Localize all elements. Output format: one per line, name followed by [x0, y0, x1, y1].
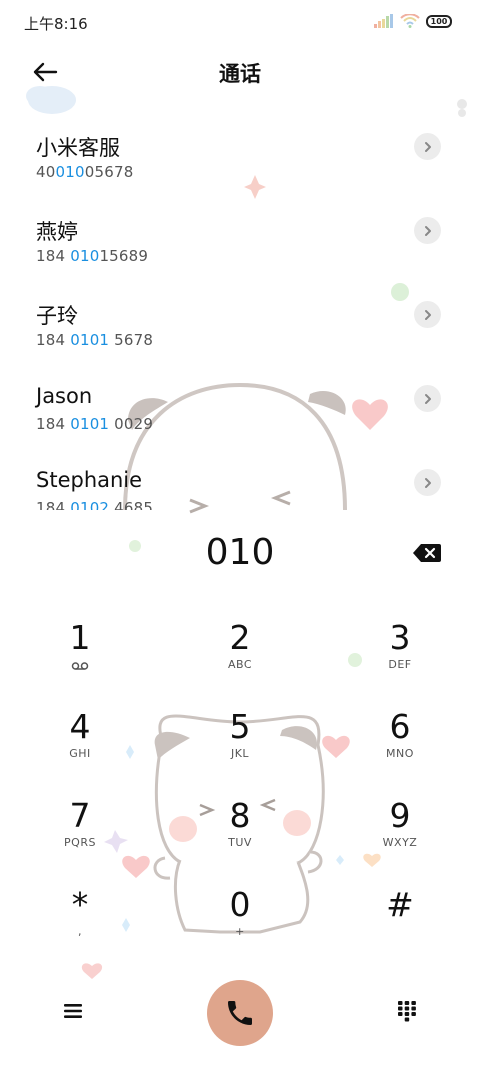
key-digit: 0 [229, 885, 251, 924]
wifi-icon [400, 14, 420, 28]
status-bar: 上午8:16 100 [0, 0, 480, 46]
number-suffix: 4685 [109, 499, 154, 510]
number-match: 0101 [70, 331, 110, 349]
key-letters: + [235, 925, 245, 938]
key-digit: 1 [69, 618, 91, 657]
number-prefix: 184 [36, 499, 71, 510]
key-5[interactable]: 5 JKL [180, 709, 300, 793]
number-match: 010 [70, 247, 100, 265]
battery-icon: 100 [426, 14, 452, 28]
contact-list: 小米客服 4001005678 燕婷 184 01015689 子玲 184 0… [0, 120, 480, 510]
menu-button[interactable] [60, 998, 86, 1024]
contact-row[interactable]: 子玲 184 0101 5678 [0, 288, 480, 372]
chevron-right-icon [424, 477, 431, 488]
delete-button[interactable] [412, 543, 442, 563]
dial-panel: 010 1 2 ABC 3 DEF 4 GHI 5 JKL 6 MNO 7 PQ… [0, 510, 480, 1066]
chevron-right-icon [424, 393, 431, 404]
contact-detail-button[interactable] [414, 301, 441, 328]
number-match: 0102 [70, 499, 110, 510]
chevron-right-icon [424, 309, 431, 320]
contact-row[interactable]: 小米客服 4001005678 [0, 120, 480, 204]
contact-number: 184 0101 5678 [36, 331, 153, 349]
number-match: 0101 [70, 415, 110, 433]
key-hash[interactable]: # [340, 887, 460, 971]
contact-detail-button[interactable] [414, 469, 441, 496]
key-digit: 8 [229, 796, 251, 835]
number-prefix: 184 [36, 247, 71, 265]
key-digit: # [386, 885, 414, 924]
key-7[interactable]: 7 PQRS [20, 798, 140, 882]
key-letters: ABC [227, 658, 253, 671]
key-digit: 6 [389, 707, 411, 746]
contact-detail-button[interactable] [414, 133, 441, 160]
status-time: 上午8:16 [24, 15, 88, 33]
key-letters: PQRS [64, 836, 96, 849]
contact-detail-button[interactable] [414, 217, 441, 244]
key-letters: TUV [228, 836, 252, 849]
chevron-right-icon [424, 225, 431, 236]
key-letters: , [78, 925, 82, 938]
key-9[interactable]: 9 WXYZ [340, 798, 460, 882]
signal-icon [374, 14, 393, 28]
contact-name: 燕婷 [36, 220, 78, 244]
backspace-icon [413, 544, 441, 562]
number-suffix: 05678 [84, 163, 134, 181]
number-suffix: 0029 [109, 415, 154, 433]
key-letters: GHI [69, 747, 91, 760]
contact-detail-button[interactable] [414, 385, 441, 412]
chevron-right-icon [424, 141, 431, 152]
contact-name: 小米客服 [36, 136, 120, 160]
key-digit: * [71, 885, 89, 924]
number-suffix: 5678 [109, 331, 154, 349]
key-letters: JKL [230, 747, 250, 760]
dial-bottom-bar [0, 980, 480, 1050]
page-title: 通话 [219, 62, 261, 86]
key-digit: 5 [229, 707, 251, 746]
key-1[interactable]: 1 [20, 620, 140, 704]
number-prefix: 184 [36, 415, 71, 433]
number-prefix: 40 [36, 163, 56, 181]
key-3[interactable]: 3 DEF [340, 620, 460, 704]
key-2[interactable]: 2 ABC [180, 620, 300, 704]
voicemail-icon [71, 662, 89, 670]
key-digit: 4 [69, 707, 91, 746]
call-button[interactable] [207, 980, 273, 1046]
key-letters: MNO [386, 747, 414, 760]
header: 通话 [0, 50, 480, 94]
key-digit: 7 [69, 796, 91, 835]
key-6[interactable]: 6 MNO [340, 709, 460, 793]
keypad-toggle-button[interactable] [394, 998, 420, 1024]
status-icons: 100 [374, 14, 452, 28]
key-4[interactable]: 4 GHI [20, 709, 140, 793]
contact-number: 4001005678 [36, 163, 133, 181]
contact-name: Jason [36, 384, 93, 408]
dialpad-icon [398, 1001, 416, 1022]
number-suffix: 15689 [99, 247, 149, 265]
key-0[interactable]: 0 + [180, 887, 300, 971]
key-letters: WXYZ [382, 836, 418, 849]
key-star[interactable]: * , [20, 887, 140, 971]
contact-name: 子玲 [36, 304, 78, 328]
contact-row[interactable]: Jason 184 0101 0029 [0, 372, 480, 456]
phone-icon [228, 1001, 252, 1025]
key-digit: 2 [229, 618, 251, 657]
contact-row[interactable]: Stephanie 184 0102 4685 [0, 456, 480, 510]
number-match: 010 [55, 163, 85, 181]
number-prefix: 184 [36, 331, 71, 349]
contact-number: 184 0102 4685 [36, 499, 153, 510]
key-digit: 3 [389, 618, 411, 657]
contact-name: Stephanie [36, 468, 143, 492]
key-letters: DEF [388, 658, 412, 671]
contact-number: 184 0101 0029 [36, 415, 153, 433]
contact-number: 184 01015689 [36, 247, 148, 265]
dialed-number-display[interactable]: 010 [0, 532, 480, 573]
key-digit: 9 [389, 796, 411, 835]
key-8[interactable]: 8 TUV [180, 798, 300, 882]
contact-row[interactable]: 燕婷 184 01015689 [0, 204, 480, 288]
hamburger-menu-icon [64, 1004, 82, 1018]
